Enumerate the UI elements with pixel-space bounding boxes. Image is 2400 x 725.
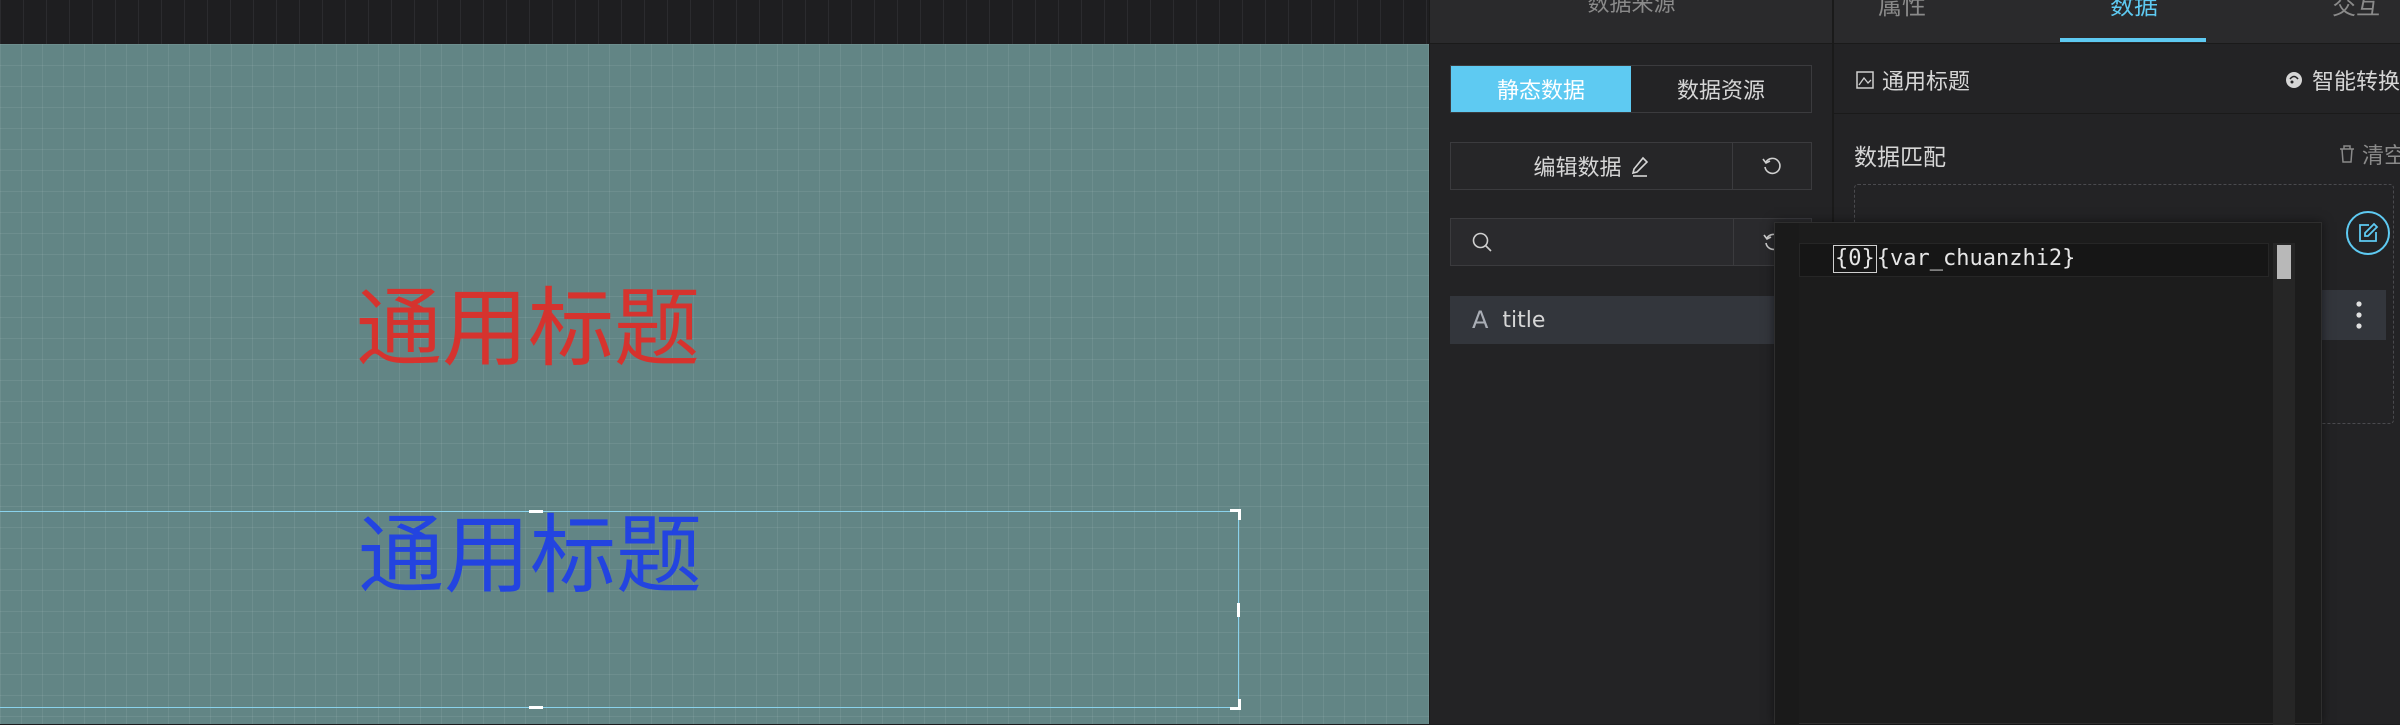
editor-gutter [1775,223,1799,725]
editor-scrollbar-thumb[interactable] [2277,245,2291,279]
search-box [1451,219,1734,265]
resize-handle-bottom-right[interactable] [1230,699,1241,710]
tab-data-resource[interactable]: 数据资源 [1631,66,1811,112]
property-tabs: 属性 数据 交互 [1834,0,2400,44]
edit-data-button[interactable]: 编辑数据 [1451,143,1733,189]
component-row: 通用标题 智能转换 [1834,44,2400,114]
editor-scrollbar[interactable] [2273,243,2295,725]
edit-data-label: 编辑数据 [1533,156,1622,181]
edit-mapping-button[interactable] [2346,211,2390,255]
title-widget-red[interactable]: 通用标题 [356,279,700,379]
data-source-title: 数据来源 [1587,0,1676,17]
design-canvas[interactable]: 通用标题 通用标题 [0,44,1429,724]
component-title: 通用标题 [1856,64,1970,96]
smart-convert-button[interactable]: 智能转换 [2284,64,2400,96]
search-icon [1472,232,1492,252]
field-item[interactable]: A title [1450,296,1812,344]
more-vertical-icon[interactable] [2356,300,2362,330]
field-search-row [1450,218,1812,266]
tab-interaction[interactable]: 交互 [2332,0,2380,21]
resize-handle-bottom[interactable] [529,706,543,709]
code-rest: {var_chuanzhi2} [1876,246,2076,271]
resize-handle-top-right[interactable] [1230,509,1241,520]
code-editor-popup[interactable]: {0}{var_chuanzhi2} [1774,222,2322,725]
component-name: 通用标题 [1882,70,1971,95]
data-source-header: 数据来源 [1430,0,1833,44]
source-type-switch: 静态数据 数据资源 [1450,65,1812,113]
smart-convert-label: 智能转换 [2312,70,2400,95]
data-match-label: 数据匹配 [1854,145,1946,171]
code-content[interactable]: {0}{var_chuanzhi2} [1833,245,2075,273]
field-name: title [1502,307,1546,333]
active-tab-indicator [2060,38,2206,42]
search-input[interactable] [1503,229,1733,255]
text-type-icon: A [1472,306,1489,334]
image-icon [1856,71,1874,89]
edit-data-row: 编辑数据 [1450,142,1812,190]
selection-box[interactable] [0,509,1241,710]
data-source-panel: 数据来源 静态数据 数据资源 编辑数据 A title [1429,0,1833,724]
trash-icon [2340,145,2354,163]
pencil-icon [1631,156,1648,177]
refresh-button[interactable] [1733,143,1811,189]
brain-icon [2286,72,2302,88]
top-toolbar [0,0,1429,44]
tab-data[interactable]: 数据 [2110,0,2158,21]
clear-button[interactable]: 清空 [2338,138,2400,170]
tab-static-data[interactable]: 静态数据 [1451,66,1631,112]
refresh-icon [1762,157,1781,175]
code-token-highlight: {0} [1833,245,1877,273]
clear-label: 清空 [2362,144,2400,169]
edit-icon [2359,222,2379,242]
tab-properties[interactable]: 属性 [1878,0,1926,21]
resize-handle-right[interactable] [1237,603,1240,617]
resize-handle-top[interactable] [529,510,543,513]
